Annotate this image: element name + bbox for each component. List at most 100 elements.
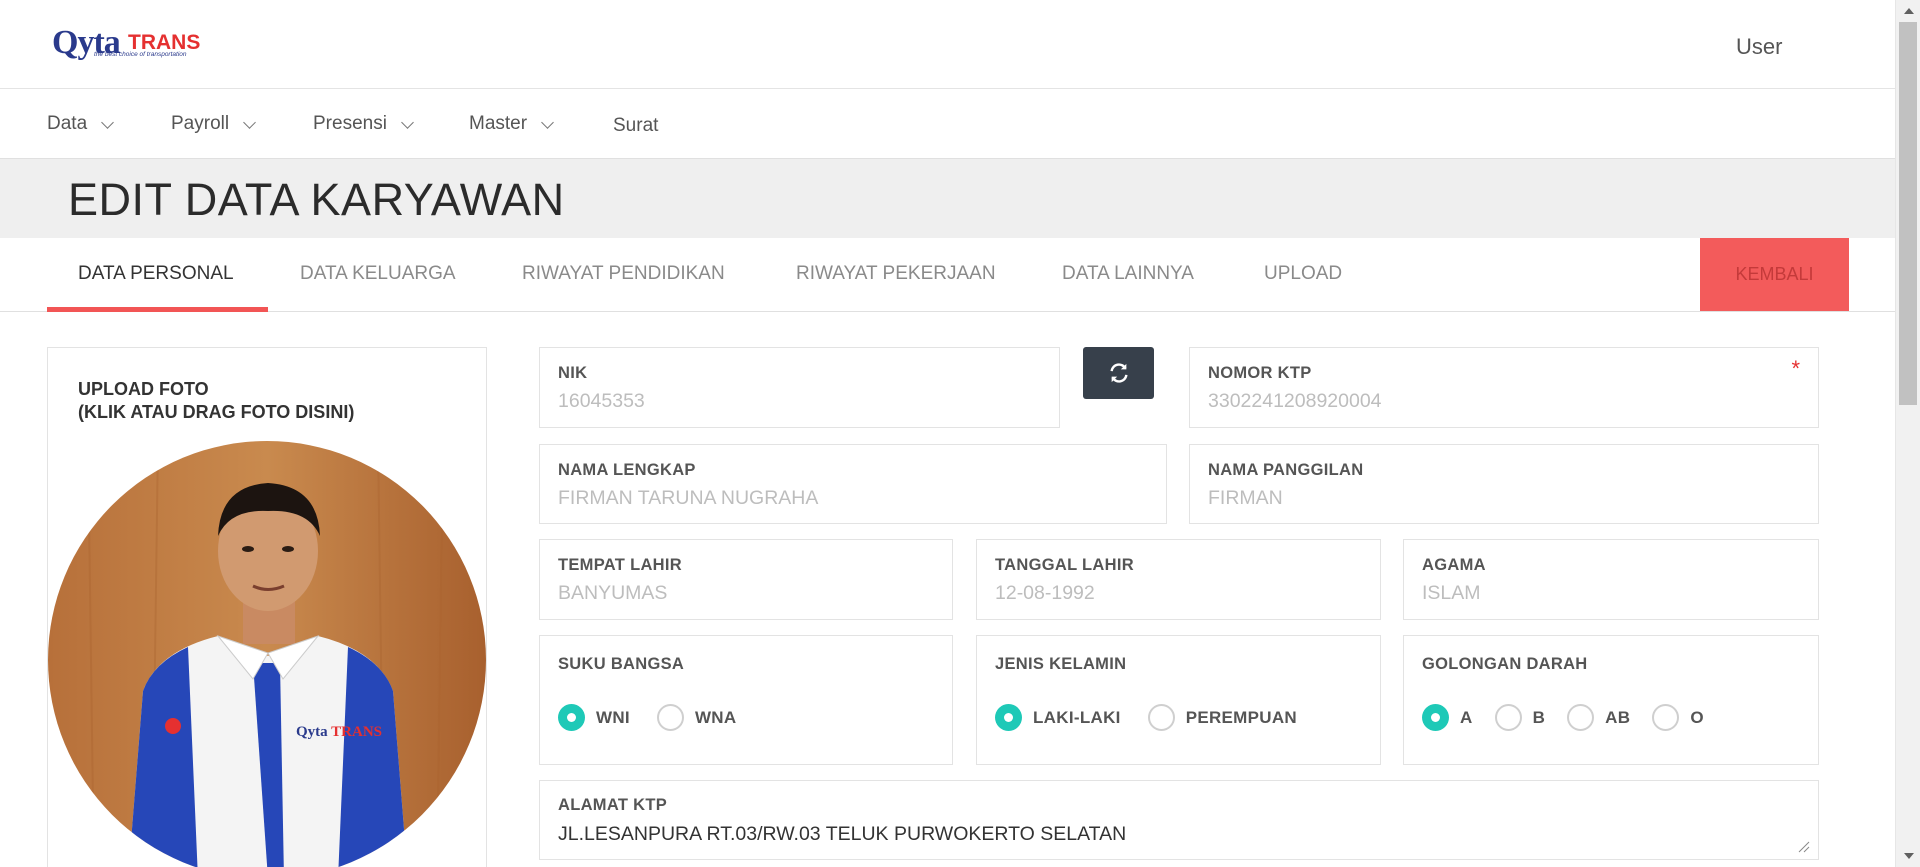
nav-item-data[interactable]: Data bbox=[47, 113, 115, 135]
page: Qyta TRANS the best choice of transporta… bbox=[0, 0, 1895, 867]
nomor-ktp-input[interactable] bbox=[1208, 390, 1786, 413]
tab-upload[interactable]: UPLOAD bbox=[1264, 263, 1342, 285]
resize-handle-icon[interactable] bbox=[1798, 841, 1810, 853]
tab-bar: DATA PERSONAL DATA KELUARGA RIWAYAT PEND… bbox=[0, 238, 1895, 312]
radio-selected-icon bbox=[995, 704, 1022, 731]
radio-wni[interactable]: WNI bbox=[558, 704, 630, 731]
employee-photo[interactable]: Qyta TRANS bbox=[48, 441, 486, 867]
photo-upload-card[interactable]: UPLOAD FOTO (KLIK ATAU DRAG FOTO DISINI) bbox=[47, 347, 487, 867]
radio-label: PEREMPUAN bbox=[1185, 707, 1298, 727]
nav-item-presensi[interactable]: Presensi bbox=[313, 113, 414, 135]
chevron-down-icon bbox=[101, 115, 115, 129]
radio-wna[interactable]: WNA bbox=[656, 704, 737, 731]
agama-input[interactable] bbox=[1422, 582, 1803, 605]
radio-unselected-icon bbox=[1147, 704, 1175, 731]
radio-label: WNI bbox=[596, 707, 630, 727]
chevron-down-icon bbox=[401, 115, 414, 129]
agama-field: AGAMA bbox=[1403, 539, 1819, 620]
tempat-lahir-label: TEMPAT LAHIR bbox=[558, 556, 682, 574]
tempat-lahir-input[interactable] bbox=[558, 582, 938, 605]
chevron-down-icon bbox=[541, 115, 554, 129]
nik-input[interactable] bbox=[558, 390, 1036, 413]
nik-field: NIK bbox=[539, 347, 1060, 428]
golongan-darah-radio-group: A B AB O bbox=[1422, 704, 1731, 731]
nomor-ktp-label: NOMOR KTP bbox=[1208, 364, 1312, 382]
shirt-logo-text: Qyta TRANS bbox=[296, 724, 382, 740]
tanggal-lahir-input[interactable] bbox=[995, 582, 1366, 605]
brand-logo[interactable]: Qyta TRANS the best choice of transporta… bbox=[52, 24, 212, 64]
title-band: EDIT DATA KARYAWAN bbox=[0, 159, 1895, 238]
scroll-up-icon[interactable] bbox=[1904, 8, 1914, 14]
radio-label: LAKI-LAKI bbox=[1033, 707, 1121, 727]
suku-bangsa-label: SUKU BANGSA bbox=[558, 655, 685, 673]
nav-label: Payroll bbox=[171, 113, 230, 134]
nama-panggilan-label: NAMA PANGGILAN bbox=[1208, 461, 1364, 479]
radio-selected-icon bbox=[1422, 704, 1449, 731]
radio-o[interactable]: O bbox=[1652, 704, 1704, 731]
tab-data-keluarga[interactable]: DATA KELUARGA bbox=[300, 263, 456, 285]
nav-item-master[interactable]: Master bbox=[469, 113, 554, 135]
jenis-kelamin-label: JENIS KELAMIN bbox=[995, 655, 1127, 673]
golongan-darah-field: GOLONGAN DARAH A B AB O bbox=[1403, 635, 1819, 765]
tab-riwayat-pekerjaan[interactable]: RIWAYAT PEKERJAAN bbox=[796, 263, 996, 285]
suku-bangsa-field: SUKU BANGSA WNI WNA bbox=[539, 635, 953, 765]
nik-label: NIK bbox=[558, 364, 588, 382]
main-nav: Data Payroll Presensi Master Surat bbox=[0, 89, 1895, 159]
radio-label: A bbox=[1460, 707, 1473, 727]
radio-label: B bbox=[1532, 707, 1546, 727]
radio-label: WNA bbox=[694, 707, 737, 727]
user-menu[interactable]: User bbox=[1736, 34, 1782, 60]
tempat-lahir-field: TEMPAT LAHIR bbox=[539, 539, 953, 620]
radio-unselected-icon bbox=[1494, 704, 1522, 731]
radio-label: AB bbox=[1605, 707, 1631, 727]
radio-ab[interactable]: AB bbox=[1567, 704, 1630, 731]
radio-laki-laki[interactable]: LAKI-LAKI bbox=[995, 704, 1121, 731]
chevron-down-icon bbox=[243, 115, 256, 129]
nama-lengkap-label: NAMA LENGKAP bbox=[558, 461, 696, 479]
radio-a[interactable]: A bbox=[1422, 704, 1473, 731]
scroll-down-icon[interactable] bbox=[1904, 853, 1914, 859]
radio-selected-icon bbox=[558, 704, 585, 731]
radio-b[interactable]: B bbox=[1494, 704, 1546, 731]
suku-bangsa-radio-group: WNI WNA bbox=[558, 704, 763, 731]
nav-item-surat[interactable]: Surat bbox=[613, 115, 658, 137]
back-button[interactable]: KEMBALI bbox=[1700, 238, 1849, 311]
vertical-scrollbar[interactable] bbox=[1895, 0, 1920, 867]
photo-title-line1: UPLOAD FOTO bbox=[78, 379, 209, 399]
active-tab-indicator bbox=[47, 307, 268, 312]
radio-perempuan[interactable]: PEREMPUAN bbox=[1147, 704, 1298, 731]
refresh-icon bbox=[1109, 363, 1128, 383]
alamat-ktp-field: ALAMAT KTP JL.LESANPURA RT.03/RW.03 TELU… bbox=[539, 780, 1819, 860]
tanggal-lahir-field: TANGGAL LAHIR bbox=[976, 539, 1381, 620]
page-title: EDIT DATA KARYAWAN bbox=[68, 174, 565, 225]
jenis-kelamin-field: JENIS KELAMIN LAKI-LAKI PEREMPUAN bbox=[976, 635, 1381, 765]
photo-upload-title: UPLOAD FOTO (KLIK ATAU DRAG FOTO DISINI) bbox=[78, 378, 354, 424]
required-mark: * bbox=[1791, 356, 1800, 381]
nomor-ktp-field: NOMOR KTP * bbox=[1189, 347, 1819, 428]
agama-label: AGAMA bbox=[1422, 556, 1486, 574]
tanggal-lahir-label: TANGGAL LAHIR bbox=[995, 556, 1134, 574]
jenis-kelamin-radio-group: LAKI-LAKI PEREMPUAN bbox=[995, 704, 1324, 731]
alamat-ktp-textarea[interactable]: JL.LESANPURA RT.03/RW.03 TELUK PURWOKERT… bbox=[558, 823, 1734, 846]
nama-lengkap-field: NAMA LENGKAP bbox=[539, 444, 1167, 524]
logo-tagline: the best choice of transportation bbox=[94, 51, 187, 58]
radio-unselected-icon bbox=[656, 704, 684, 731]
top-header: Qyta TRANS the best choice of transporta… bbox=[0, 0, 1895, 89]
golongan-darah-label: GOLONGAN DARAH bbox=[1422, 655, 1588, 673]
tab-data-lainnya[interactable]: DATA LAINNYA bbox=[1062, 263, 1194, 285]
tab-riwayat-pendidikan[interactable]: RIWAYAT PENDIDIKAN bbox=[522, 263, 725, 285]
nav-label: Master bbox=[469, 113, 528, 134]
tab-data-personal[interactable]: DATA PERSONAL bbox=[78, 263, 234, 285]
radio-unselected-icon bbox=[1652, 704, 1680, 731]
nama-panggilan-input[interactable] bbox=[1208, 487, 1786, 510]
nav-label: Presensi bbox=[313, 113, 387, 134]
nama-lengkap-input[interactable] bbox=[558, 487, 1134, 510]
nav-item-payroll[interactable]: Payroll bbox=[171, 113, 256, 135]
radio-label: O bbox=[1690, 707, 1704, 727]
scrollbar-thumb[interactable] bbox=[1899, 22, 1917, 405]
radio-unselected-icon bbox=[1567, 704, 1595, 731]
alamat-ktp-label: ALAMAT KTP bbox=[558, 796, 668, 814]
refresh-nik-button[interactable] bbox=[1083, 347, 1154, 399]
nama-panggilan-field: NAMA PANGGILAN bbox=[1189, 444, 1819, 524]
photo-title-line2: (KLIK ATAU DRAG FOTO DISINI) bbox=[78, 402, 355, 422]
